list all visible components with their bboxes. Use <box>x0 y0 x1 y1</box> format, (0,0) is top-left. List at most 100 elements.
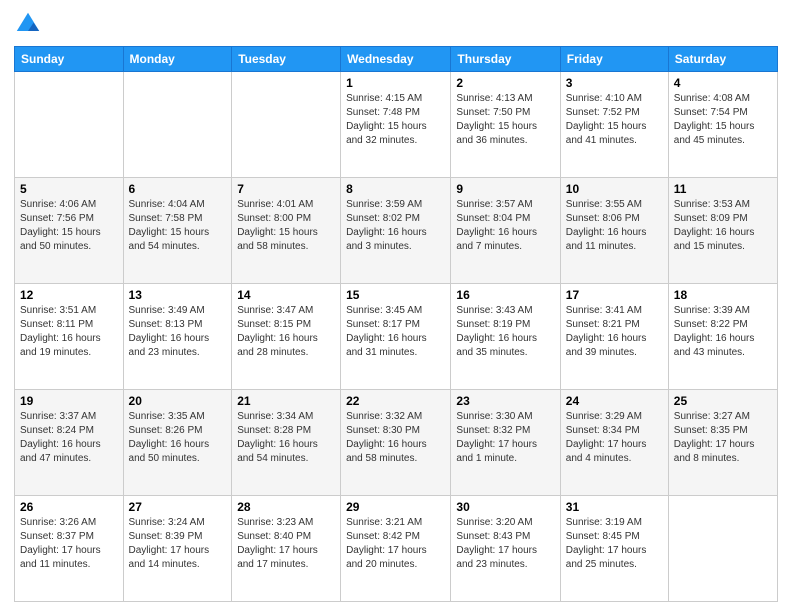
day-number: 29 <box>346 500 445 514</box>
day-detail: Sunrise: 4:01 AM Sunset: 8:00 PM Dayligh… <box>237 198 335 254</box>
day-number: 16 <box>456 288 554 302</box>
calendar: SundayMondayTuesdayWednesdayThursdayFrid… <box>14 46 778 602</box>
day-detail: Sunrise: 3:20 AM Sunset: 8:43 PM Dayligh… <box>456 516 554 572</box>
day-cell: 31 Sunrise: 3:19 AM Sunset: 8:45 PM Dayli… <box>560 496 668 602</box>
day-cell: 30 Sunrise: 3:20 AM Sunset: 8:43 PM Dayli… <box>451 496 560 602</box>
day-cell: 4Sunrise: 4:08 AM Sunset: 7:54 PM Daylig… <box>668 72 777 178</box>
day-cell: 26 Sunrise: 3:26 AM Sunset: 8:37 PM Dayli… <box>15 496 124 602</box>
day-number: 14 <box>237 288 335 302</box>
day-number: 15 <box>346 288 445 302</box>
day-detail: Sunrise: 3:53 AM Sunset: 8:09 PM Dayligh… <box>674 198 772 254</box>
day-cell: 22Sunrise: 3:32 AM Sunset: 8:30 PM Dayli… <box>341 390 451 496</box>
week-row-0: 1 Sunrise: 4:15 AM Sunset: 7:48 PM Daylig… <box>15 72 778 178</box>
day-cell: 18 Sunrise: 3:39 AM Sunset: 8:22 PM Dayli… <box>668 284 777 390</box>
day-cell: 12 Sunrise: 3:51 AM Sunset: 8:11 PM Dayli… <box>15 284 124 390</box>
day-number: 10 <box>566 182 663 196</box>
day-cell: 13 Sunrise: 3:49 AM Sunset: 8:13 PM Dayli… <box>123 284 232 390</box>
day-number: 24 <box>566 394 663 408</box>
day-detail: Sunrise: 4:10 AM Sunset: 7:52 PM Dayligh… <box>566 92 663 148</box>
day-number: 7 <box>237 182 335 196</box>
day-detail: Sunrise: 4:13 AM Sunset: 7:50 PM Dayligh… <box>456 92 554 148</box>
day-detail: Sunrise: 4:06 AM Sunset: 7:56 PM Dayligh… <box>20 198 118 254</box>
day-number: 3 <box>566 76 663 90</box>
day-cell <box>668 496 777 602</box>
day-detail: Sunrise: 3:29 AM Sunset: 8:34 PM Dayligh… <box>566 410 663 466</box>
day-number: 25 <box>674 394 772 408</box>
day-cell <box>15 72 124 178</box>
day-cell: 29Sunrise: 3:21 AM Sunset: 8:42 PM Dayli… <box>341 496 451 602</box>
calendar-header: SundayMondayTuesdayWednesdayThursdayFrid… <box>15 47 778 72</box>
day-number: 12 <box>20 288 118 302</box>
day-detail: Sunrise: 3:45 AM Sunset: 8:17 PM Dayligh… <box>346 304 445 360</box>
day-cell: 19Sunrise: 3:37 AM Sunset: 8:24 PM Dayli… <box>15 390 124 496</box>
day-number: 20 <box>129 394 227 408</box>
day-detail: Sunrise: 3:43 AM Sunset: 8:19 PM Dayligh… <box>456 304 554 360</box>
day-detail: Sunrise: 4:15 AM Sunset: 7:48 PM Dayligh… <box>346 92 445 148</box>
day-number: 6 <box>129 182 227 196</box>
day-cell: 23 Sunrise: 3:30 AM Sunset: 8:32 PM Dayli… <box>451 390 560 496</box>
day-number: 1 <box>346 76 445 90</box>
day-cell: 10 Sunrise: 3:55 AM Sunset: 8:06 PM Dayli… <box>560 178 668 284</box>
day-number: 31 <box>566 500 663 514</box>
week-row-4: 26 Sunrise: 3:26 AM Sunset: 8:37 PM Dayli… <box>15 496 778 602</box>
day-number: 26 <box>20 500 118 514</box>
day-number: 2 <box>456 76 554 90</box>
day-cell: 8Sunrise: 3:59 AM Sunset: 8:02 PM Daylig… <box>341 178 451 284</box>
day-detail: Sunrise: 4:08 AM Sunset: 7:54 PM Dayligh… <box>674 92 772 148</box>
day-cell: 14Sunrise: 3:47 AM Sunset: 8:15 PM Dayli… <box>232 284 341 390</box>
day-cell: 28 Sunrise: 3:23 AM Sunset: 8:40 PM Dayli… <box>232 496 341 602</box>
weekday-saturday: Saturday <box>668 47 777 72</box>
day-number: 5 <box>20 182 118 196</box>
day-cell <box>123 72 232 178</box>
weekday-sunday: Sunday <box>15 47 124 72</box>
day-number: 17 <box>566 288 663 302</box>
weekday-monday: Monday <box>123 47 232 72</box>
day-cell: 7 Sunrise: 4:01 AM Sunset: 8:00 PM Daylig… <box>232 178 341 284</box>
day-number: 30 <box>456 500 554 514</box>
day-number: 23 <box>456 394 554 408</box>
day-detail: Sunrise: 3:51 AM Sunset: 8:11 PM Dayligh… <box>20 304 118 360</box>
day-cell: 2 Sunrise: 4:13 AM Sunset: 7:50 PM Daylig… <box>451 72 560 178</box>
day-cell: 15 Sunrise: 3:45 AM Sunset: 8:17 PM Dayli… <box>341 284 451 390</box>
day-cell: 25 Sunrise: 3:27 AM Sunset: 8:35 PM Dayli… <box>668 390 777 496</box>
day-number: 9 <box>456 182 554 196</box>
day-number: 28 <box>237 500 335 514</box>
day-number: 11 <box>674 182 772 196</box>
logo-icon <box>14 10 42 38</box>
logo <box>14 10 46 38</box>
day-detail: Sunrise: 3:39 AM Sunset: 8:22 PM Dayligh… <box>674 304 772 360</box>
day-detail: Sunrise: 3:27 AM Sunset: 8:35 PM Dayligh… <box>674 410 772 466</box>
day-cell <box>232 72 341 178</box>
weekday-friday: Friday <box>560 47 668 72</box>
day-detail: Sunrise: 3:30 AM Sunset: 8:32 PM Dayligh… <box>456 410 554 466</box>
weekday-thursday: Thursday <box>451 47 560 72</box>
day-detail: Sunrise: 3:57 AM Sunset: 8:04 PM Dayligh… <box>456 198 554 254</box>
day-cell: 17Sunrise: 3:41 AM Sunset: 8:21 PM Dayli… <box>560 284 668 390</box>
day-cell: 27 Sunrise: 3:24 AM Sunset: 8:39 PM Dayli… <box>123 496 232 602</box>
day-cell: 6 Sunrise: 4:04 AM Sunset: 7:58 PM Daylig… <box>123 178 232 284</box>
day-cell: 21Sunrise: 3:34 AM Sunset: 8:28 PM Dayli… <box>232 390 341 496</box>
page: SundayMondayTuesdayWednesdayThursdayFrid… <box>0 0 792 612</box>
day-number: 19 <box>20 394 118 408</box>
day-number: 18 <box>674 288 772 302</box>
week-row-1: 5 Sunrise: 4:06 AM Sunset: 7:56 PM Daylig… <box>15 178 778 284</box>
day-detail: Sunrise: 3:55 AM Sunset: 8:06 PM Dayligh… <box>566 198 663 254</box>
day-detail: Sunrise: 3:59 AM Sunset: 8:02 PM Dayligh… <box>346 198 445 254</box>
day-number: 13 <box>129 288 227 302</box>
day-cell: 5 Sunrise: 4:06 AM Sunset: 7:56 PM Daylig… <box>15 178 124 284</box>
day-cell: 24 Sunrise: 3:29 AM Sunset: 8:34 PM Dayli… <box>560 390 668 496</box>
weekday-row: SundayMondayTuesdayWednesdayThursdayFrid… <box>15 47 778 72</box>
day-detail: Sunrise: 4:04 AM Sunset: 7:58 PM Dayligh… <box>129 198 227 254</box>
day-detail: Sunrise: 3:26 AM Sunset: 8:37 PM Dayligh… <box>20 516 118 572</box>
day-cell: 9 Sunrise: 3:57 AM Sunset: 8:04 PM Daylig… <box>451 178 560 284</box>
day-detail: Sunrise: 3:23 AM Sunset: 8:40 PM Dayligh… <box>237 516 335 572</box>
day-detail: Sunrise: 3:24 AM Sunset: 8:39 PM Dayligh… <box>129 516 227 572</box>
day-cell: 20Sunrise: 3:35 AM Sunset: 8:26 PM Dayli… <box>123 390 232 496</box>
day-detail: Sunrise: 3:49 AM Sunset: 8:13 PM Dayligh… <box>129 304 227 360</box>
week-row-2: 12 Sunrise: 3:51 AM Sunset: 8:11 PM Dayli… <box>15 284 778 390</box>
day-number: 27 <box>129 500 227 514</box>
day-number: 21 <box>237 394 335 408</box>
calendar-body: 1 Sunrise: 4:15 AM Sunset: 7:48 PM Daylig… <box>15 72 778 602</box>
weekday-tuesday: Tuesday <box>232 47 341 72</box>
day-detail: Sunrise: 3:19 AM Sunset: 8:45 PM Dayligh… <box>566 516 663 572</box>
